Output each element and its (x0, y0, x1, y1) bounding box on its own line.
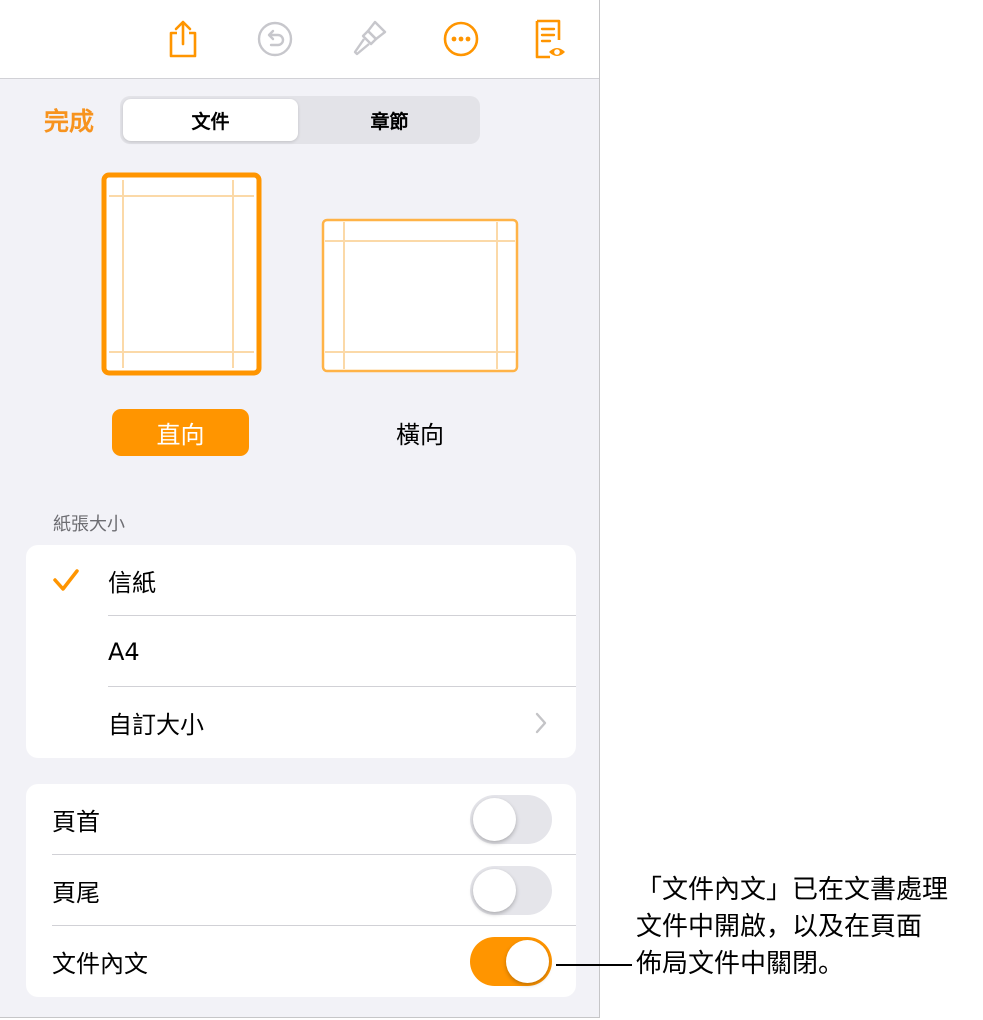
footer-toggle-row: 頁尾 (26, 855, 576, 926)
callout-leader-line (556, 964, 632, 966)
document-body-toggle-row: 文件內文 (26, 926, 576, 997)
document-setup-icon[interactable] (530, 18, 570, 60)
document-body-label: 文件內文 (52, 950, 148, 978)
document-setup-panel: 完成 文件 章節 直向 橫向 紙張大小 信紙 A4 自訂大小 頁首 頁尾 文件內… (0, 0, 600, 1018)
paper-size-a4[interactable]: A4 (26, 616, 576, 687)
undo-icon[interactable] (255, 18, 295, 60)
document-body-toggle[interactable] (470, 937, 552, 986)
footer-label: 頁尾 (52, 879, 100, 907)
toggle-knob (473, 869, 516, 912)
header-toggle-row: 頁首 (26, 784, 576, 855)
share-icon[interactable] (163, 18, 203, 60)
paper-size-header: 紙張大小 (53, 514, 125, 535)
more-icon[interactable] (441, 18, 481, 60)
portrait-button[interactable]: 直向 (112, 409, 249, 456)
header-label: 頁首 (52, 808, 100, 836)
portrait-thumbnail[interactable] (101, 172, 262, 380)
paper-size-custom[interactable]: 自訂大小 (26, 687, 576, 758)
checkmark-icon (52, 567, 80, 597)
callout-line: 佈局文件中關閉。 (636, 949, 845, 979)
paper-size-label: A4 (108, 637, 140, 666)
toolbar (0, 0, 599, 79)
chevron-right-icon (534, 711, 548, 739)
done-button[interactable]: 完成 (44, 102, 94, 138)
header-toggle[interactable] (470, 795, 552, 844)
callout-line: 「文件內文」已在文書處理 (636, 875, 949, 905)
footer-toggle[interactable] (470, 866, 552, 915)
toggle-knob (506, 940, 549, 983)
callout-text: 「文件內文」已在文書處理 文件中開啟，以及在頁面 佈局文件中關閉。 (636, 872, 976, 983)
section-tabs: 文件 章節 (120, 96, 480, 144)
paintbrush-icon[interactable] (349, 18, 389, 60)
toggle-knob (473, 798, 516, 841)
callout-line: 文件中開啟，以及在頁面 (636, 912, 923, 942)
paper-size-list: 信紙 A4 自訂大小 (26, 545, 576, 758)
toggle-list: 頁首 頁尾 文件內文 (26, 784, 576, 997)
landscape-thumbnail[interactable] (321, 218, 519, 378)
paper-size-label: 自訂大小 (108, 711, 204, 739)
tab-document[interactable]: 文件 (123, 99, 298, 141)
landscape-button[interactable]: 橫向 (350, 409, 490, 456)
paper-size-letter[interactable]: 信紙 (26, 545, 576, 616)
tab-section[interactable]: 章節 (302, 99, 477, 141)
paper-size-label: 信紙 (108, 569, 156, 597)
